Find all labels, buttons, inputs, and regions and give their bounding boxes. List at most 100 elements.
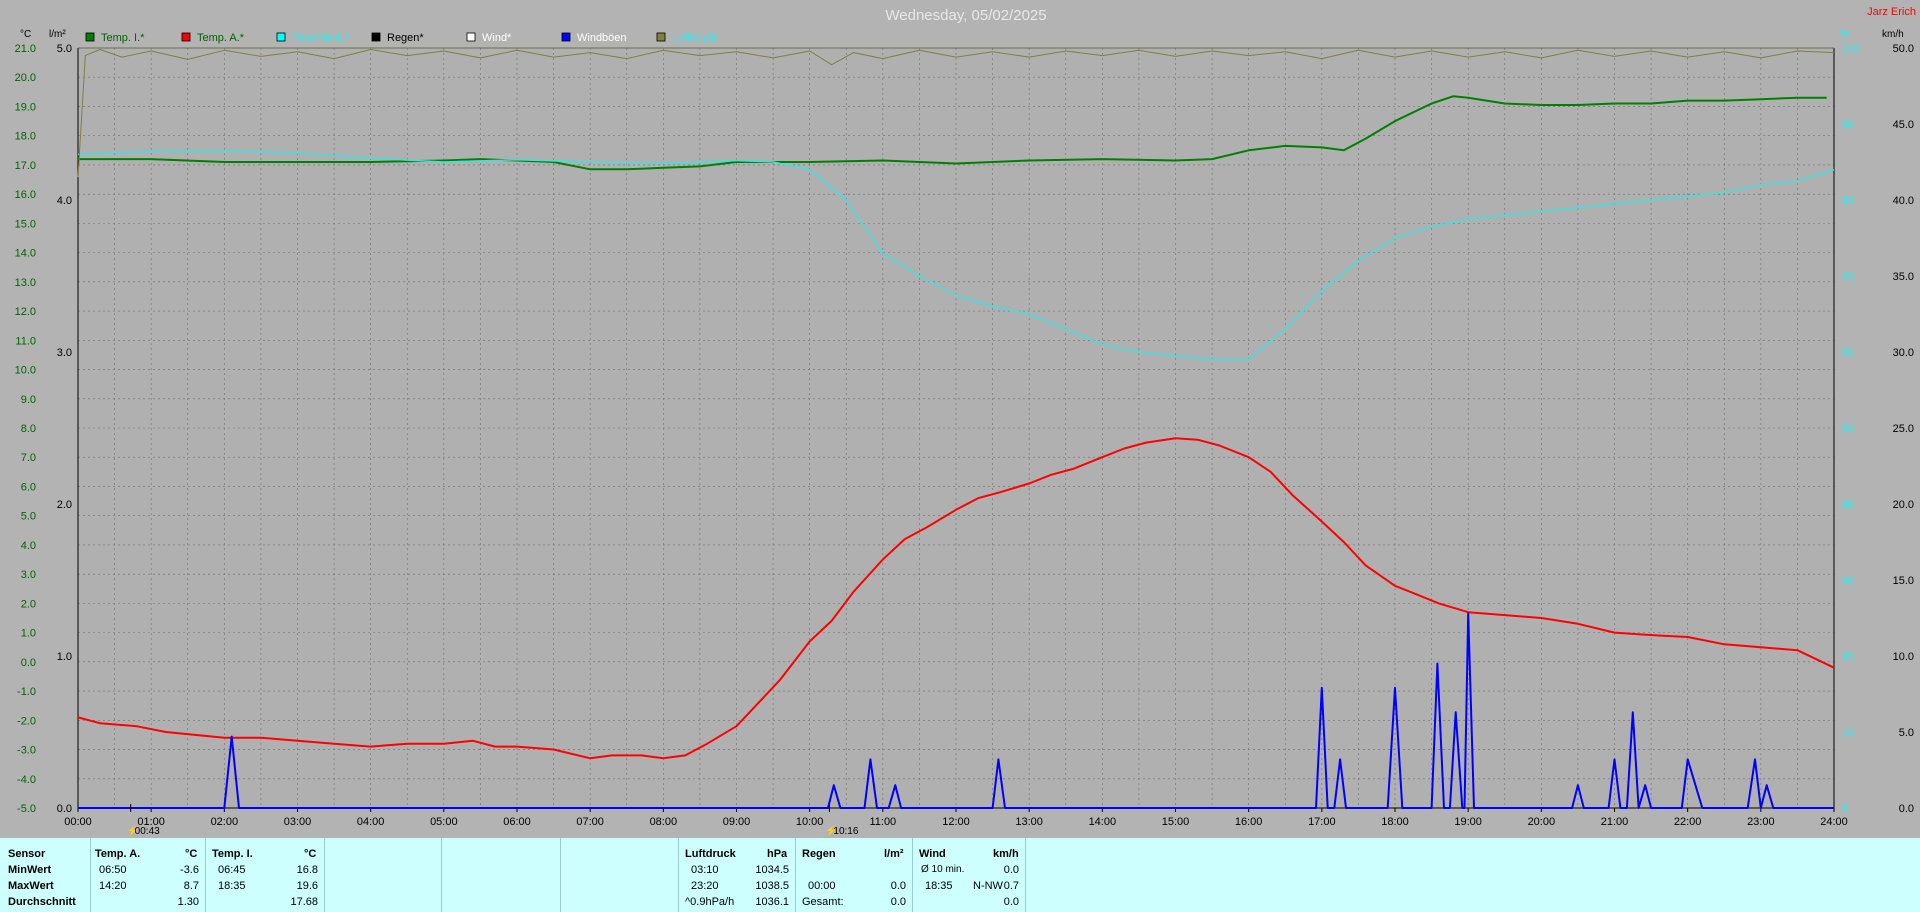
wind-max-time: 18:35 bbox=[925, 880, 953, 892]
tick-label-rain: 0.0 bbox=[57, 803, 72, 815]
tick-label-x: 10:00 bbox=[796, 816, 824, 828]
tick-label-temp: 0.0 bbox=[21, 657, 36, 669]
legend-swatch bbox=[181, 32, 191, 42]
legend-swatch bbox=[371, 32, 381, 42]
tick-label-rain: 4.0 bbox=[57, 195, 72, 207]
tick-label-x: 11:00 bbox=[869, 816, 896, 828]
tick-label-x: 04:00 bbox=[357, 816, 385, 828]
tick-label-x: 07:00 bbox=[576, 816, 604, 828]
temp-i-header: Temp. I. bbox=[212, 848, 253, 860]
tick-label-x: 03:00 bbox=[284, 816, 312, 828]
tick-label-temp: 6.0 bbox=[21, 481, 36, 493]
tick-label-wind: 5.0 bbox=[1899, 727, 1914, 739]
tick-label-temp: 4.0 bbox=[21, 540, 36, 552]
tick-label-temp: 5.0 bbox=[21, 511, 36, 523]
pressure-header: Luftdruck bbox=[685, 848, 736, 860]
tick-label-rain: 3.0 bbox=[57, 347, 72, 359]
stats-pressure: Luftdruck hPa 03:10 1034.5 23:20 1038.5 … bbox=[679, 838, 796, 912]
tick-label-temp: 8.0 bbox=[21, 423, 36, 435]
time-marker-label: 00:43 bbox=[135, 826, 160, 837]
tick-label-humidity: 30 bbox=[1842, 575, 1854, 587]
tick-label-temp: 2.0 bbox=[21, 598, 36, 610]
tick-label-temp: 7.0 bbox=[21, 452, 36, 464]
temp-a-avg: 1.30 bbox=[177, 896, 199, 908]
tick-label-wind: 25.0 bbox=[1893, 423, 1914, 435]
stats-empty-1 bbox=[325, 838, 442, 912]
tick-label-x: 17:00 bbox=[1308, 816, 1336, 828]
rain-max-time: 00:00 bbox=[808, 880, 836, 892]
legend-label: Wind* bbox=[482, 32, 512, 44]
stats-empty-3 bbox=[561, 838, 679, 912]
wind-header: Wind bbox=[919, 848, 946, 860]
temp-a-unit: °C bbox=[185, 848, 198, 860]
tick-label-humidity: 60 bbox=[1842, 347, 1854, 359]
tick-label-humidity: 70 bbox=[1842, 271, 1854, 283]
tick-label-humidity: 90 bbox=[1842, 119, 1854, 131]
stats-rain: Regen l/m² 00:00 0.0 Gesamt: 0.0 bbox=[796, 838, 913, 912]
pressure-avg: 1036.1 bbox=[755, 896, 789, 908]
pressure-min-time: 03:10 bbox=[691, 864, 719, 876]
tick-label-x: 21:00 bbox=[1601, 816, 1629, 828]
wind-unit: km/h bbox=[993, 848, 1019, 860]
tick-label-temp: 17.0 bbox=[15, 160, 36, 172]
tick-label-x: 18:00 bbox=[1381, 816, 1409, 828]
stats-panel: Sensor MinWert MaxWert Durchschnitt Temp… bbox=[0, 838, 1920, 912]
tick-label-wind: 35.0 bbox=[1893, 271, 1914, 283]
pressure-max-time: 23:20 bbox=[691, 880, 719, 892]
rain-max: 0.0 bbox=[890, 880, 906, 892]
tick-label-rain: 5.0 bbox=[57, 43, 72, 55]
pressure-trend: ^0.9hPa/h bbox=[685, 896, 735, 908]
temp-a-min: -3.6 bbox=[180, 864, 199, 876]
tick-label-x: 23:00 bbox=[1747, 816, 1775, 828]
tick-label-x: 20:00 bbox=[1528, 816, 1556, 828]
tick-label-x: 14:00 bbox=[1089, 816, 1117, 828]
tick-label-x: 24:00 bbox=[1820, 816, 1848, 828]
legend-swatch bbox=[561, 32, 571, 42]
stats-empty-2 bbox=[442, 838, 561, 912]
tick-label-humidity: 40 bbox=[1842, 499, 1854, 511]
wind-max: 0.7 bbox=[1003, 880, 1019, 892]
tick-label-humidity: 0 bbox=[1842, 803, 1848, 815]
rain-unit: l/m² bbox=[884, 848, 904, 860]
unit-celsius: °C bbox=[20, 29, 31, 40]
rain-header: Regen bbox=[802, 848, 836, 860]
tick-label-temp: 19.0 bbox=[15, 101, 36, 113]
tick-label-x: 12:00 bbox=[942, 816, 970, 828]
temp-a-max-time: 14:20 bbox=[99, 880, 127, 892]
chart-title: Wednesday, 05/02/2025 bbox=[885, 7, 1046, 24]
unit-percent: % bbox=[1840, 29, 1849, 40]
time-marker-label: 10:16 bbox=[833, 826, 858, 837]
tick-label-temp: -1.0 bbox=[17, 686, 36, 698]
tick-label-x: 22:00 bbox=[1674, 816, 1702, 828]
pressure-min: 1034.5 bbox=[755, 864, 789, 876]
legend-swatch bbox=[276, 32, 286, 42]
tick-label-wind: 40.0 bbox=[1893, 195, 1914, 207]
tick-label-wind: 45.0 bbox=[1893, 119, 1914, 131]
tick-label-humidity: 80 bbox=[1842, 195, 1854, 207]
legend: Temp. I.* Temp. A.* Feuchte A.* Regen* Wind*… bbox=[85, 32, 718, 44]
tick-label-x: 06:00 bbox=[503, 816, 531, 828]
tick-label-x: 05:00 bbox=[430, 816, 458, 828]
rain-total-label: Gesamt: bbox=[802, 896, 844, 908]
tick-label-wind: 30.0 bbox=[1893, 347, 1914, 359]
legend-label: Temp. I.* bbox=[101, 32, 145, 44]
tick-label-humidity: 50 bbox=[1842, 423, 1854, 435]
tick-label-temp: -2.0 bbox=[17, 715, 36, 727]
row-label-max: MaxWert bbox=[8, 880, 54, 892]
wind-max-dir: N-NW bbox=[973, 880, 1003, 892]
legend-label: Windböen bbox=[577, 32, 627, 44]
tick-label-temp: 3.0 bbox=[21, 569, 36, 581]
tick-label-temp: 10.0 bbox=[15, 365, 36, 377]
unit-rain: l/m² bbox=[49, 29, 66, 40]
tick-label-wind: 20.0 bbox=[1893, 499, 1914, 511]
tick-label-wind: 50.0 bbox=[1893, 43, 1914, 55]
tick-label-x: 13:00 bbox=[1015, 816, 1043, 828]
tick-label-temp: -4.0 bbox=[17, 774, 36, 786]
tick-label-x: 19:00 bbox=[1454, 816, 1482, 828]
row-label-avg: Durchschnitt bbox=[8, 896, 76, 908]
temp-i-max: 19.6 bbox=[296, 880, 318, 892]
temp-i-avg: 17.68 bbox=[290, 896, 318, 908]
legend-swatch bbox=[656, 32, 666, 42]
tick-label-temp: 15.0 bbox=[15, 218, 36, 230]
unit-kmh: km/h bbox=[1882, 29, 1904, 40]
